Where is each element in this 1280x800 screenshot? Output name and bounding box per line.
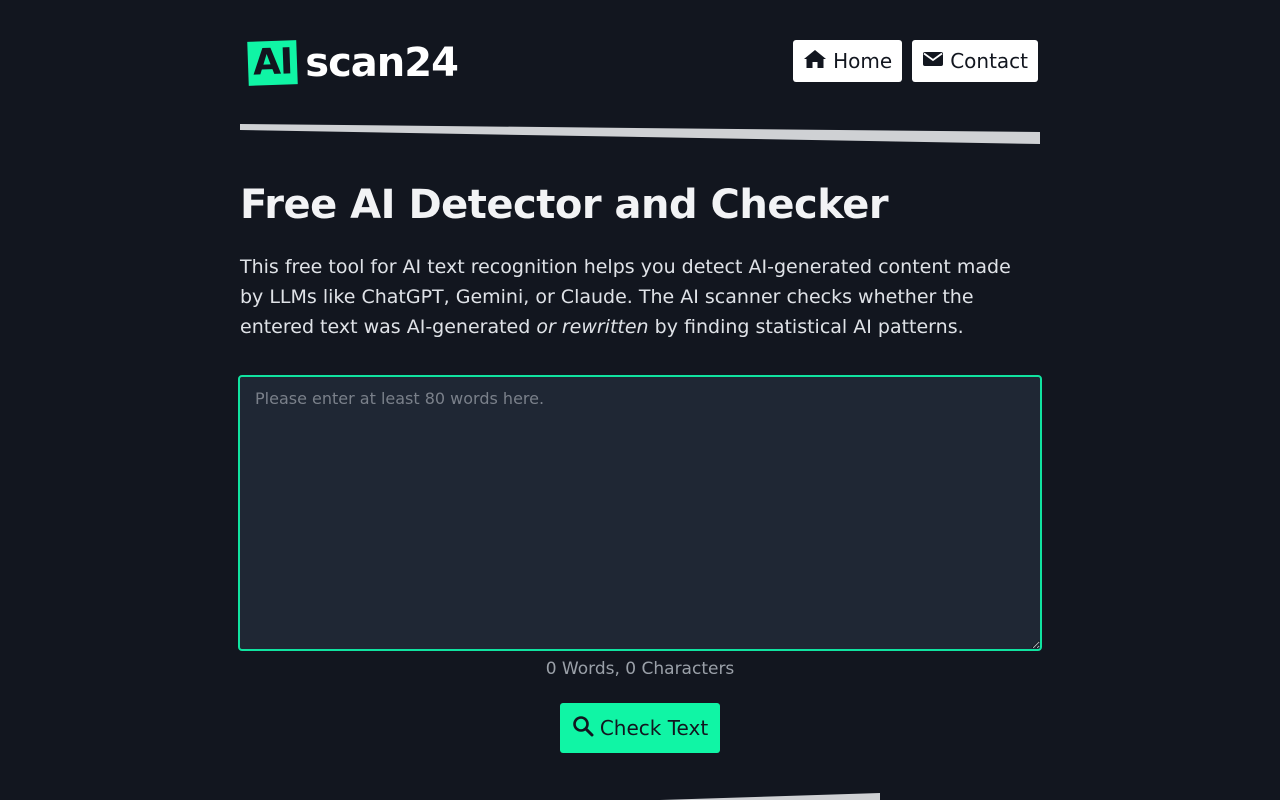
footer-divider	[660, 793, 880, 800]
search-icon	[572, 715, 594, 742]
home-button[interactable]: Home	[793, 40, 903, 82]
contact-button[interactable]: Contact	[912, 40, 1038, 82]
text-input[interactable]	[238, 375, 1042, 651]
check-text-button[interactable]: Check Text	[560, 703, 720, 753]
intro-text: This free tool for AI text recognition h…	[240, 252, 1040, 342]
word-character-counter: 0 Words, 0 Characters	[545, 659, 735, 679]
logo-text: scan24	[305, 40, 459, 86]
intro-text-part2: by finding statistical AI patterns.	[648, 316, 964, 338]
logo[interactable]: AI scan24	[247, 39, 459, 87]
home-icon	[803, 49, 833, 74]
envelope-icon	[922, 49, 950, 73]
page: AI scan24 Home Contact Free AI Detector …	[0, 0, 1280, 800]
contact-label: Contact	[950, 49, 1028, 73]
header-divider	[240, 124, 1040, 144]
home-label: Home	[833, 49, 893, 73]
site-header: AI scan24 Home Contact	[240, 36, 1040, 90]
intro-text-emphasis: or rewritten	[536, 316, 649, 338]
main-nav: Home Contact	[793, 40, 1038, 82]
check-text-label: Check Text	[599, 716, 709, 740]
page-title: Free AI Detector and Checker	[240, 182, 889, 228]
logo-badge: AI	[247, 40, 299, 86]
